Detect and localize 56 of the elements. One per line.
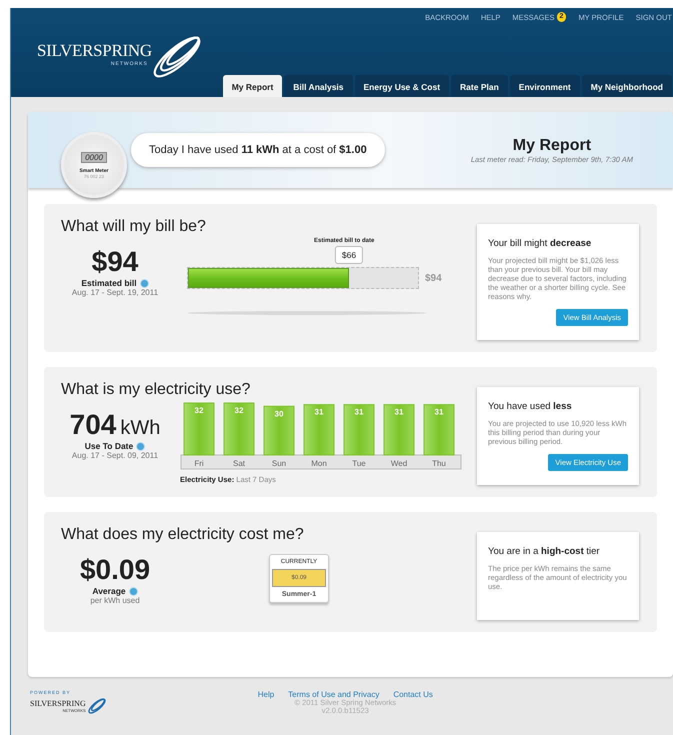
bar-value: 32 xyxy=(194,406,204,415)
section-title: What does my electricity cost me? xyxy=(61,526,305,544)
tab[interactable]: Environment xyxy=(510,75,580,97)
big-value: 704 xyxy=(70,409,116,441)
footer-link[interactable]: Terms of Use and Privacy xyxy=(288,690,380,699)
unit-text: kWh xyxy=(120,417,160,440)
marker-bubble: $66 xyxy=(334,246,364,264)
usage-bar xyxy=(264,406,294,456)
footer-link[interactable]: Contact Us xyxy=(393,690,433,699)
date-range: per kWh used xyxy=(90,596,140,605)
section-title: What is my electricity use? xyxy=(61,381,252,399)
date-range: Aug. 17 - Sept. 09, 2011 xyxy=(72,451,158,460)
page-title: My Report xyxy=(512,136,592,154)
day-label: Mon xyxy=(311,459,327,468)
day-label: Wed xyxy=(390,459,408,468)
bar-value: 31 xyxy=(394,408,404,417)
bar-value: 31 xyxy=(314,408,324,417)
speech-bubble: Today I have used 11 kWh at a cost of $1.00 xyxy=(131,133,385,167)
usage-bar xyxy=(384,404,414,456)
total-text: $94 xyxy=(425,272,442,284)
usage-bar xyxy=(344,404,374,456)
day-label: Tue xyxy=(352,459,366,468)
day-label: Sun xyxy=(272,459,286,468)
footer-link[interactable]: Help xyxy=(258,690,274,699)
big-value: $0.09 xyxy=(80,554,150,586)
bar-value: 32 xyxy=(234,406,244,415)
value-label: Average xyxy=(92,586,126,596)
big-value: $94 xyxy=(92,246,138,278)
meter-display: 0000 xyxy=(81,152,107,162)
bar-value: 31 xyxy=(354,408,364,417)
logo-wordmark: SILVERSPRING xyxy=(37,41,152,61)
usage-bar xyxy=(184,402,214,456)
callout-heading: You are in a high-cost tier xyxy=(488,546,601,557)
tab[interactable]: My Report xyxy=(222,75,282,97)
value-label: Estimated bill xyxy=(81,278,137,288)
tab[interactable]: Bill Analysis xyxy=(284,75,353,97)
tab[interactable]: Rate Plan xyxy=(451,75,508,97)
usage-bar xyxy=(224,402,254,456)
date-range: Aug. 17 - Sept. 19, 2011 xyxy=(72,288,158,297)
usage-bar xyxy=(304,404,334,456)
value-label: Use To Date xyxy=(84,441,134,451)
help-icon[interactable] xyxy=(140,278,149,288)
day-label: Thu xyxy=(432,459,446,468)
usage-bar xyxy=(424,404,454,456)
logo-wordmark: SILVERSPRING xyxy=(30,699,86,708)
day-label: Fri xyxy=(194,459,204,468)
callout-heading: You have used less xyxy=(488,401,573,412)
bar-value: 31 xyxy=(434,408,444,417)
tab[interactable]: My Neighborhood xyxy=(582,75,672,97)
help-icon[interactable] xyxy=(128,586,138,596)
callout-heading: Your bill might decrease xyxy=(488,238,592,249)
tab[interactable]: Energy Use & Cost xyxy=(354,75,450,97)
section-title: What will my bill be? xyxy=(61,218,207,236)
bar-value: 30 xyxy=(274,409,284,418)
help-icon[interactable] xyxy=(136,442,146,450)
day-label: Sat xyxy=(233,459,245,468)
